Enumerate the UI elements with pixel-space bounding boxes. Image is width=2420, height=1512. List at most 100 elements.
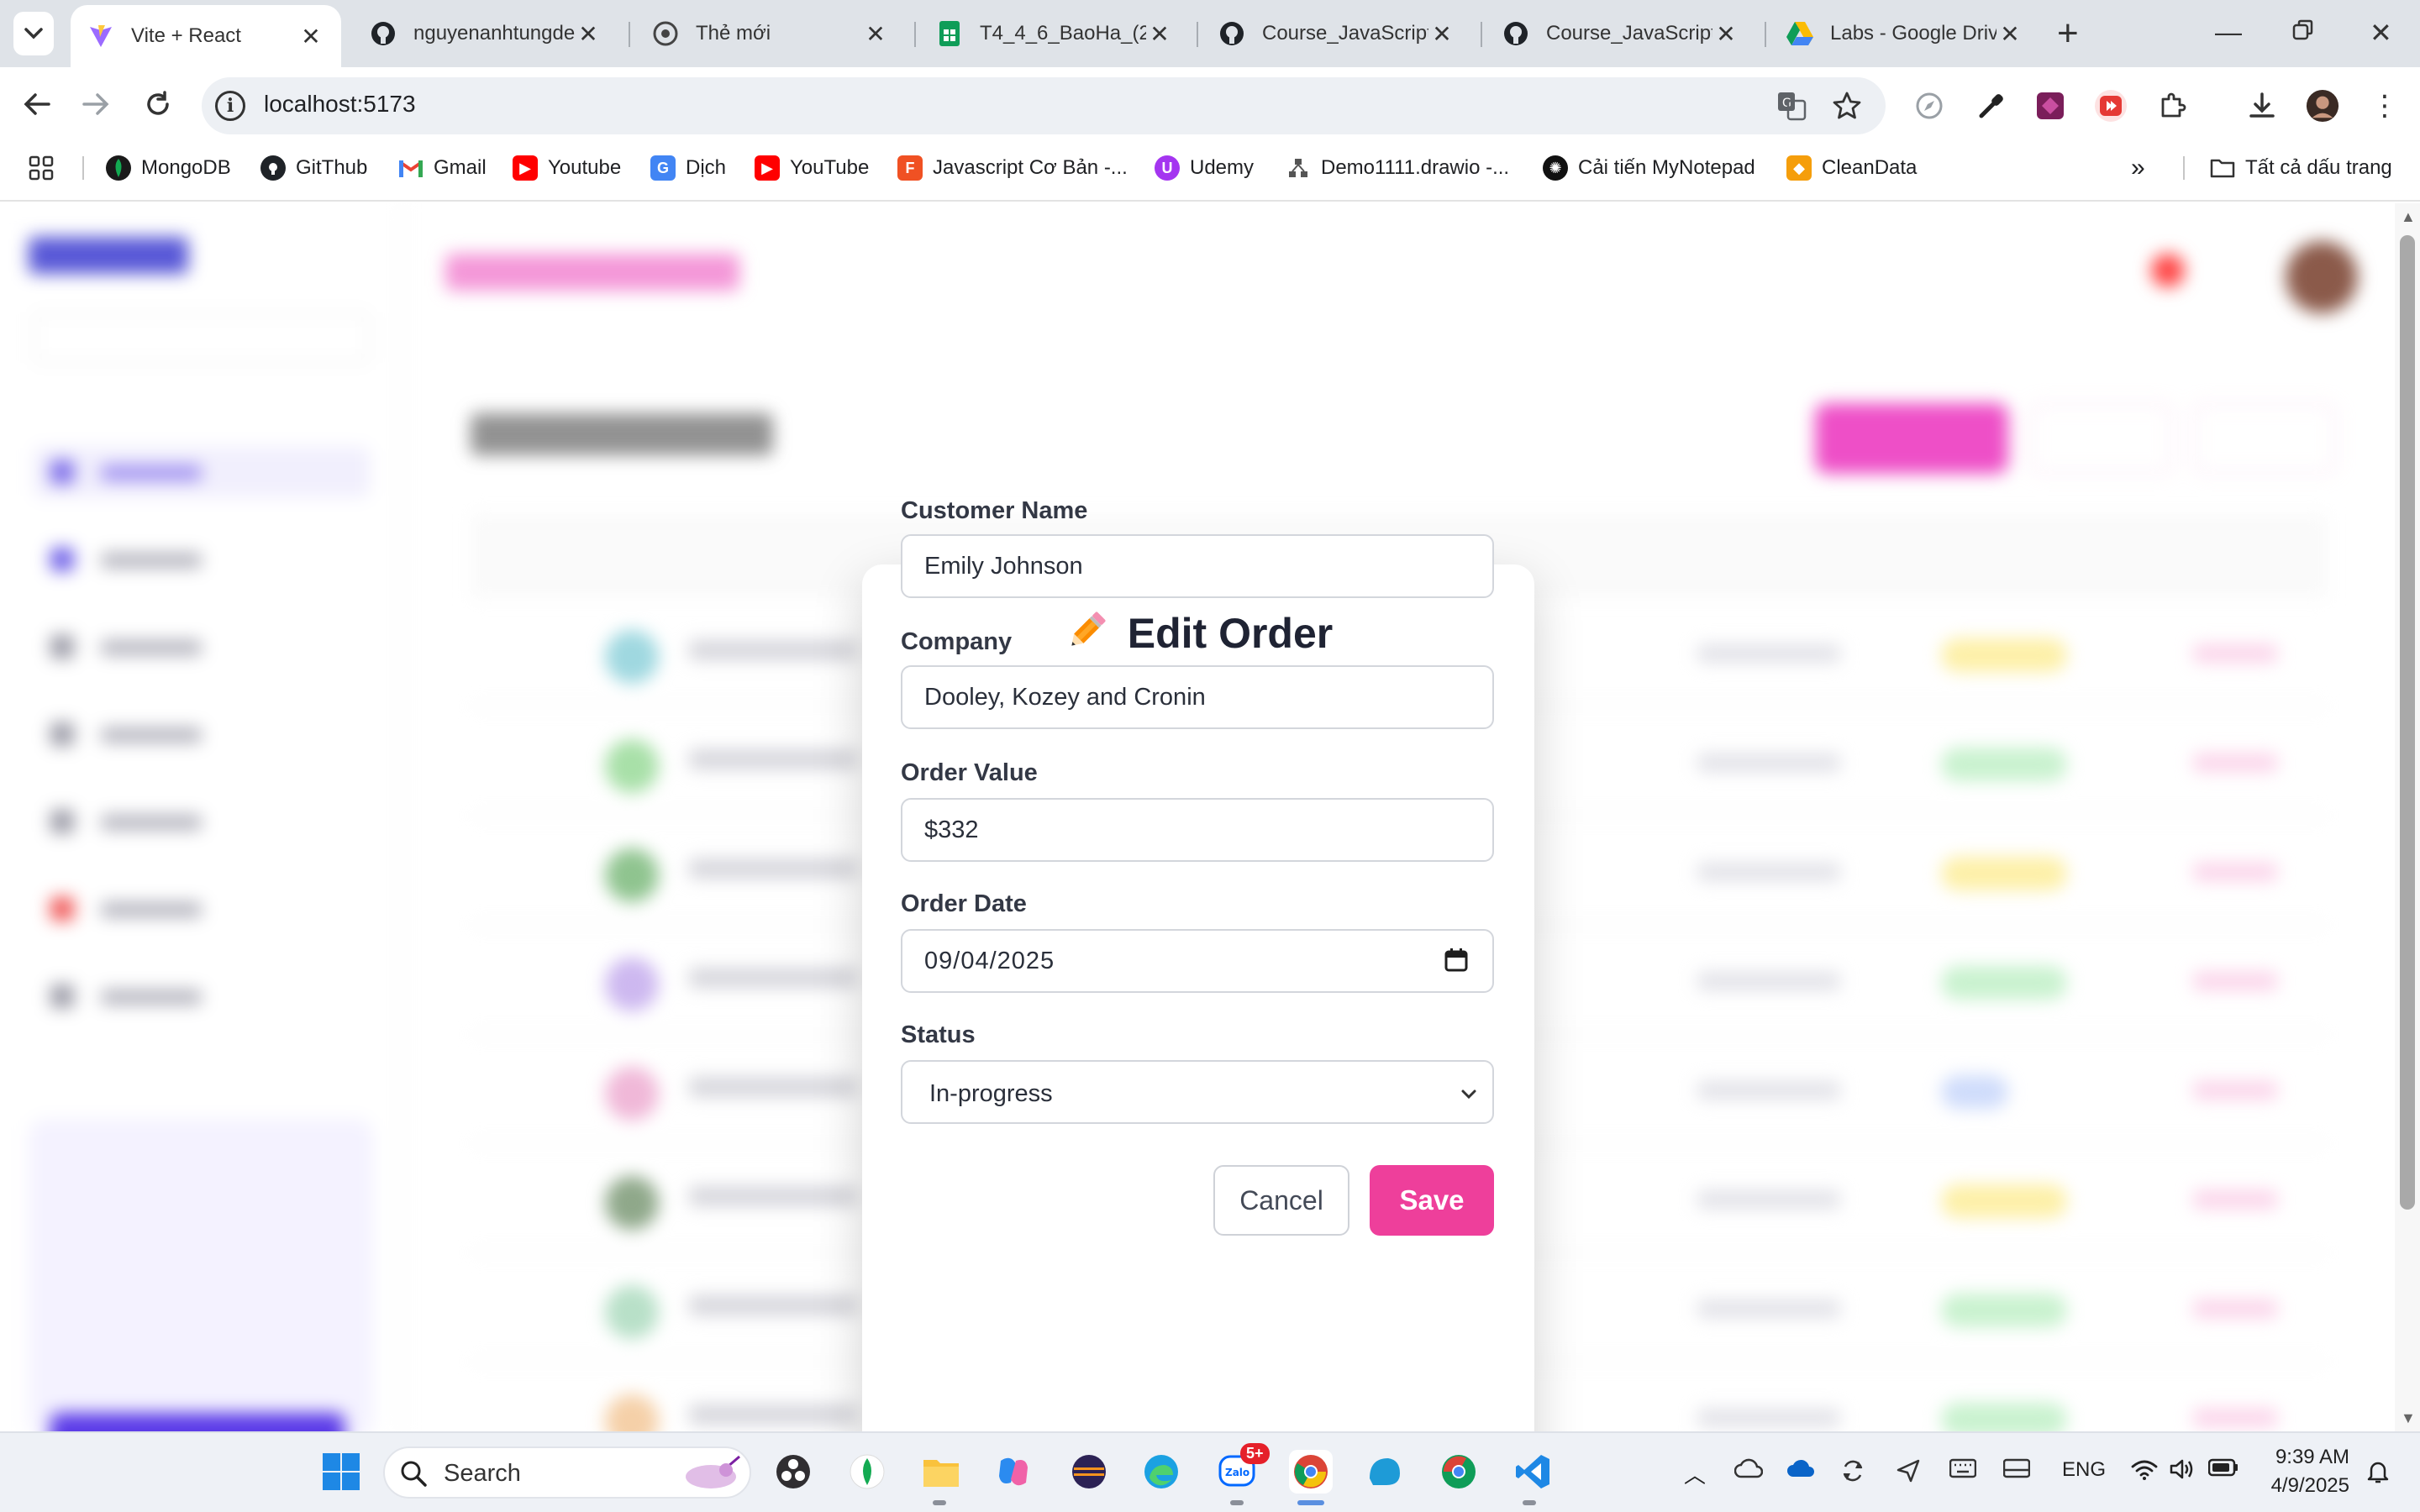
back-button[interactable] (17, 84, 57, 124)
order-date-input[interactable] (901, 929, 1494, 993)
bookmark-dich[interactable]: G Dịch (650, 150, 726, 186)
copilot-icon[interactable] (992, 1450, 1035, 1494)
bookmark-github[interactable]: GitThub (260, 150, 367, 186)
bookmark-mongodb[interactable]: MongoDB (106, 150, 231, 186)
mongodb-compass-icon[interactable] (845, 1450, 889, 1494)
running-indicator (1523, 1500, 1536, 1505)
app-blue-icon[interactable] (1363, 1450, 1407, 1494)
bookmark-drawio[interactable]: Demo1111.drawio -... (1286, 150, 1509, 186)
close-tab-icon[interactable]: ✕ (1996, 20, 2023, 48)
chrome-alt-icon[interactable] (1437, 1450, 1481, 1494)
github-icon (370, 20, 397, 47)
browser-menu-icon[interactable]: ⋮ (2368, 89, 2402, 123)
order-value-input[interactable] (901, 798, 1494, 862)
wifi-icon[interactable] (2131, 1458, 2158, 1486)
battery-icon[interactable] (2207, 1458, 2238, 1483)
tab-course-javascript-1[interactable]: Course_JavaScript ✕ (1202, 0, 1472, 67)
extensions-puzzle-icon[interactable] (2156, 89, 2190, 123)
compass-extension-icon[interactable] (1912, 89, 1946, 123)
edge-icon[interactable] (1139, 1450, 1183, 1494)
svg-text:G: G (1782, 97, 1791, 110)
obs-studio-icon[interactable] (771, 1450, 815, 1494)
display-icon[interactable] (2002, 1458, 2031, 1486)
eclipse-icon[interactable] (1067, 1450, 1111, 1494)
running-indicator (933, 1500, 946, 1505)
site-info-icon[interactable]: i (215, 91, 245, 121)
translate-icon[interactable]: G (1775, 89, 1808, 123)
close-window-icon[interactable]: ✕ (2370, 17, 2392, 49)
show-hidden-icons-chevron[interactable]: ︿ (1684, 1458, 1706, 1489)
save-button[interactable]: Save (1370, 1165, 1494, 1236)
system-clock[interactable]: 9:39 AM 4/9/2025 (2262, 1443, 2349, 1500)
tab-search-button[interactable] (13, 12, 54, 55)
scroll-down-arrow[interactable]: ▼ (2401, 1410, 2416, 1427)
reload-icon (147, 91, 169, 115)
reload-button[interactable] (138, 84, 178, 124)
input-language[interactable]: ENG (2062, 1458, 2106, 1482)
close-tab-icon[interactable]: ✕ (1146, 20, 1173, 48)
notification-center-icon[interactable] (2365, 1458, 2391, 1491)
tab-new-tab[interactable]: Thẻ mới ✕ (635, 0, 906, 67)
bookmark-javascript-co-ban[interactable]: F Javascript Cơ Bản -... (897, 150, 1128, 186)
sync-icon[interactable] (1840, 1458, 1865, 1489)
sidebar-item (34, 796, 370, 847)
notification-badge (2151, 254, 2185, 287)
send-arrow-icon[interactable] (1896, 1458, 1921, 1489)
bookmark-cai-tien-mynotepad[interactable]: ✺ Cải tiến MyNotepad (1543, 150, 1755, 186)
all-bookmarks-folder[interactable]: Tất cả dấu trang (2210, 150, 2392, 186)
tab-github-profile[interactable]: nguyenanhtungde ✕ (353, 0, 618, 67)
profile-avatar[interactable] (2306, 89, 2339, 123)
extension-purple-icon[interactable] (2033, 89, 2067, 123)
tab-google-drive[interactable]: Labs - Google Driv ✕ (1770, 0, 2040, 67)
address-bar[interactable] (202, 77, 1886, 134)
extension-red-icon[interactable] (2094, 89, 2128, 123)
windows-start-icon[interactable] (319, 1450, 363, 1494)
tab-course-javascript-2[interactable]: Course_JavaScript ✕ (1486, 0, 1756, 67)
calendar-icon[interactable] (1444, 948, 1469, 973)
close-tab-icon[interactable]: ✕ (862, 20, 889, 48)
sidebar-promo-button (50, 1413, 345, 1431)
download-icon[interactable] (2245, 89, 2279, 123)
onedrive-cloud-outline-icon[interactable] (1733, 1458, 1764, 1484)
bookmark-youtube-2[interactable]: ▶ YouTube (755, 150, 869, 186)
sidebar-item (34, 971, 370, 1021)
close-tab-icon[interactable]: ✕ (297, 23, 324, 50)
tab-google-sheet[interactable]: T4_4_6_BaoHa_(2N ✕ (919, 0, 1190, 67)
export-button (2193, 403, 2336, 474)
chrome-taskbar-icon[interactable] (1289, 1450, 1333, 1494)
bookmark-youtube-1[interactable]: ▶ Youtube (513, 150, 621, 186)
address-url[interactable]: localhost:5173 (264, 91, 416, 118)
status-select[interactable]: In-progress (901, 1060, 1494, 1124)
cancel-button[interactable]: Cancel (1213, 1165, 1349, 1236)
scroll-up-arrow[interactable]: ▲ (2401, 208, 2416, 226)
tab-vite-react[interactable]: Vite + React ✕ (71, 5, 341, 67)
close-tab-icon[interactable]: ✕ (1712, 20, 1739, 48)
onedrive-cloud-icon[interactable] (1786, 1458, 1815, 1484)
volume-icon[interactable] (2170, 1458, 2195, 1486)
bookmark-label: Cải tiến MyNotepad (1578, 156, 1755, 179)
bookmark-udemy[interactable]: U Udemy (1155, 150, 1254, 186)
file-explorer-icon[interactable] (919, 1450, 963, 1494)
close-tab-icon[interactable]: ✕ (1428, 20, 1455, 48)
company-input[interactable] (901, 665, 1494, 729)
bookmark-cleandata[interactable]: ◆ CleanData (1786, 150, 1917, 186)
minimize-icon[interactable]: — (2215, 17, 2242, 48)
sidebar-item (34, 622, 370, 672)
arrow-left-icon (24, 93, 50, 115)
close-tab-icon[interactable]: ✕ (575, 20, 602, 48)
new-tab-button[interactable]: + (2057, 15, 2079, 52)
forward-button[interactable] (76, 84, 116, 124)
restore-window-icon[interactable] (2292, 17, 2314, 48)
app-logo (29, 237, 188, 274)
bookmark-star-icon[interactable] (1830, 89, 1864, 123)
tab-title: nguyenanhtungde (413, 22, 575, 45)
scrollbar-thumb[interactable] (2400, 235, 2415, 1210)
bookmark-gmail[interactable]: Gmail (398, 150, 487, 186)
customer-name-input[interactable] (901, 534, 1494, 598)
more-bookmarks-icon[interactable]: » (2131, 150, 2145, 186)
apps-grid-icon[interactable] (29, 150, 54, 186)
keyboard-icon[interactable] (1949, 1458, 1977, 1484)
report-action-button (1815, 403, 2008, 474)
vscode-icon[interactable] (1511, 1450, 1555, 1494)
eyedropper-extension-icon[interactable] (1975, 89, 2008, 123)
